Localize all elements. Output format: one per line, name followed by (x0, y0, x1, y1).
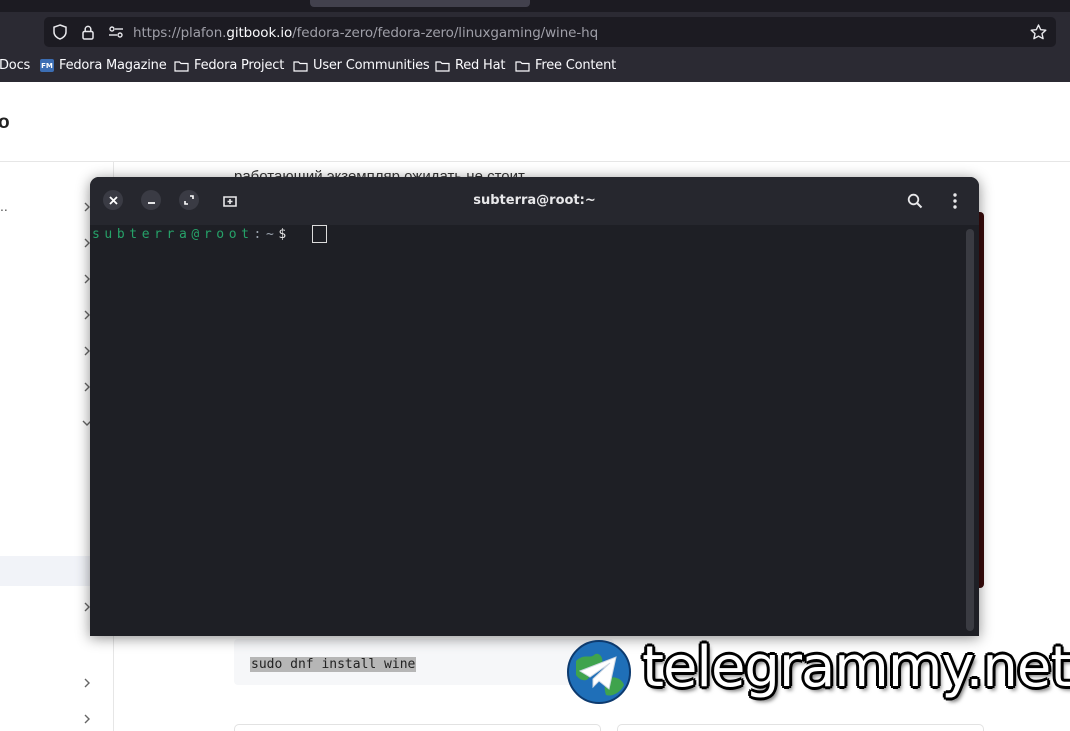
bookmark-label: Red Hat (455, 58, 506, 73)
folder-icon (435, 60, 450, 72)
fedora-magazine-icon: FM (40, 59, 54, 72)
url-prefix: https://plafon. (133, 25, 227, 41)
tab-strip (0, 0, 1070, 12)
terminal-cursor (312, 225, 327, 243)
code-block: sudo dnf install wine (234, 639, 614, 685)
kebab-menu-icon (953, 193, 957, 209)
prompt-user-host: subterra@root (92, 227, 254, 242)
terminal-prompt[interactable]: subterra@root:~$ (92, 227, 291, 242)
active-tab[interactable] (310, 0, 530, 7)
bookmark-label: User Communities (313, 58, 430, 73)
code-text[interactable]: sudo dnf install wine (250, 657, 417, 672)
bookmark-fedora-magazine[interactable]: FM Fedora Magazine (40, 58, 167, 73)
chevron-right-icon[interactable] (80, 676, 94, 690)
folder-icon (515, 60, 530, 72)
prompt-separator: : (253, 227, 266, 242)
nav-card-previous[interactable] (234, 724, 601, 731)
terminal-title: subterra@root:~ (473, 193, 596, 208)
folder-icon (174, 60, 189, 72)
terminal-window[interactable]: subterra@root:~ subterra@root:~$ (90, 177, 979, 636)
browser-chrome: https://plafon.gitbook.io/fedora-zero/fe… (0, 0, 1070, 82)
bookmark-docs[interactable]: Docs (0, 58, 30, 73)
watermark: telegrammy.net (566, 635, 1070, 705)
folder-icon (293, 60, 308, 72)
address-bar[interactable]: https://plafon.gitbook.io/fedora-zero/fe… (44, 17, 1056, 47)
bookmarks-toolbar: Docs FM Fedora Magazine Fedora Project U… (0, 56, 1070, 78)
search-icon (907, 193, 923, 209)
bookmark-user-communities[interactable]: User Communities (293, 58, 430, 73)
nav-card-next[interactable] (617, 724, 984, 731)
bookmark-label: Fedora Magazine (59, 58, 167, 73)
bookmark-label: Free Content (535, 58, 617, 73)
terminal-scrollbar[interactable] (966, 229, 974, 631)
prompt-dollar: $ (278, 227, 291, 242)
bookmark-free-content[interactable]: Free Content (515, 58, 616, 73)
bookmark-label: Fedora Project (194, 58, 285, 73)
telegram-globe-logo (567, 640, 631, 704)
menu-button[interactable] (943, 189, 967, 213)
lock-icon[interactable] (78, 17, 98, 47)
tracking-protection-shield-icon[interactable] (50, 17, 70, 47)
terminal-header-bar[interactable]: subterra@root:~ (90, 177, 979, 225)
bookmark-red-hat[interactable]: Red Hat (435, 58, 505, 73)
search-button[interactable] (903, 189, 927, 213)
url-path: /fedora-zero/fedora-zero/linuxgaming/win… (292, 25, 599, 41)
sidebar-item-label[interactable]: .. (0, 198, 8, 214)
bookmark-star-icon[interactable] (1028, 17, 1048, 47)
page-header: o (0, 82, 1070, 162)
site-title[interactable]: o (0, 112, 10, 134)
bookmark-fedora-project[interactable]: Fedora Project (174, 58, 284, 73)
bookmark-label: Docs (0, 58, 31, 73)
permissions-icon[interactable] (106, 17, 126, 47)
url-text[interactable]: https://plafon.gitbook.io/fedora-zero/fe… (133, 25, 598, 41)
watermark-text: telegrammy.net (642, 635, 1070, 700)
chevron-right-icon[interactable] (80, 712, 94, 726)
prompt-path: ~ (265, 227, 279, 242)
url-domain: gitbook.io (226, 25, 293, 41)
